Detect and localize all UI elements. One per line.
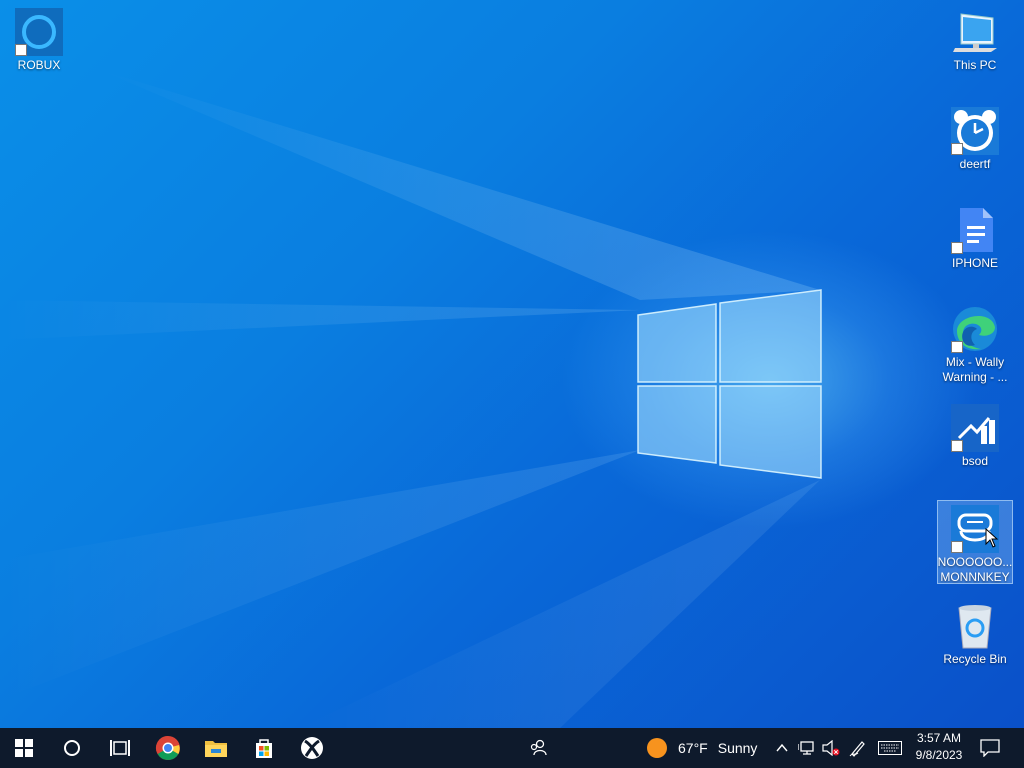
taskbar-app-chrome[interactable] — [144, 728, 192, 768]
microsoft-store-icon — [256, 739, 272, 758]
cortana-ring-icon — [15, 8, 63, 56]
shortcut-arrow-icon — [951, 341, 963, 353]
cortana-search-button[interactable] — [48, 728, 96, 768]
start-button[interactable] — [0, 728, 48, 768]
notification-icon — [980, 739, 1000, 757]
desktop-icon-recycle-bin[interactable]: Recycle Bin — [938, 598, 1012, 667]
people-icon — [530, 739, 547, 756]
taskbar-app-file-explorer[interactable] — [192, 728, 240, 768]
file-explorer-icon — [205, 741, 227, 757]
desktop-icon-label: bsod — [961, 454, 989, 468]
google-docs-icon — [951, 206, 999, 254]
task-view-icon — [110, 740, 130, 756]
people-button[interactable] — [528, 728, 548, 768]
taskbar-clock[interactable]: 3:57 AM 9/8/2023 — [908, 730, 970, 764]
desktop-icon-monkey[interactable]: NOOOOOO... MONNNKEY — [937, 500, 1013, 584]
alarm-clock-icon — [951, 107, 999, 155]
desktop-icon-mix-wally-warning[interactable]: Mix - Wally Warning - ... — [938, 301, 1012, 385]
clock-date: 9/8/2023 — [915, 748, 963, 762]
edge-browser-icon — [951, 305, 999, 353]
action-center-button[interactable] — [980, 728, 1000, 768]
volume-control[interactable] — [822, 728, 840, 768]
desktop-icon-deertf[interactable]: deertf — [938, 103, 1012, 172]
computer-icon — [951, 8, 999, 56]
desktop-icon-label: IPHONE — [951, 256, 998, 270]
weather-temperature: 67°F — [678, 740, 708, 756]
pen-icon — [849, 741, 865, 757]
chart-app-icon — [951, 404, 999, 452]
weather-condition: Sunny — [717, 740, 758, 756]
shortcut-arrow-icon — [951, 242, 963, 254]
taskbar: 67°F Sunny 3:57 AM 9/8/2023 — [0, 728, 1024, 768]
shortcut-arrow-icon — [951, 440, 963, 452]
windows-start-icon — [15, 739, 33, 757]
chevron-up-icon — [776, 743, 788, 752]
taskbar-app-microsoft-store[interactable] — [240, 728, 288, 768]
chrome-icon — [155, 736, 180, 761]
keyboard-icon — [878, 741, 902, 755]
weather-widget[interactable]: 67°F Sunny — [646, 728, 757, 768]
desktop-icon-robux[interactable]: ROBUX — [2, 4, 76, 73]
desktop-icon-label: ROBUX — [17, 58, 61, 72]
shortcut-arrow-icon — [15, 44, 27, 56]
desktop[interactable]: ROBUX This PC deertf IPHONE Mix - Wally … — [0, 0, 1024, 728]
desktop-icon-label: deertf — [959, 157, 991, 171]
desktop-icon-label: Recycle Bin — [943, 652, 1007, 666]
desktop-icon-iphone[interactable]: IPHONE — [938, 202, 1012, 271]
desktop-icon-label: NOOOOOO... MONNNKEY — [937, 555, 1013, 584]
recycle-bin-icon — [951, 602, 999, 650]
shortcut-arrow-icon — [951, 541, 963, 553]
sun-icon — [647, 738, 667, 758]
xbox-icon — [301, 737, 323, 759]
desktop-icon-label: Mix - Wally Warning - ... — [942, 355, 1008, 384]
desktop-icon-label: This PC — [953, 58, 997, 72]
shortcut-arrow-icon — [951, 143, 963, 155]
network-status[interactable] — [798, 728, 816, 768]
pen-workspace-button[interactable] — [849, 728, 867, 768]
show-hidden-icons-button[interactable] — [774, 728, 790, 768]
windows-logo-wallpaper — [637, 289, 822, 479]
touch-keyboard-button[interactable] — [878, 728, 902, 768]
network-icon — [798, 741, 814, 755]
task-view-button[interactable] — [96, 728, 144, 768]
mouse-cursor-icon — [985, 528, 999, 548]
taskbar-app-xbox[interactable] — [288, 728, 336, 768]
cortana-search-icon — [64, 740, 80, 756]
volume-muted-icon — [822, 740, 840, 756]
desktop-icon-bsod[interactable]: bsod — [938, 400, 1012, 469]
desktop-icon-this-pc[interactable]: This PC — [938, 4, 1012, 73]
clock-time: 3:57 AM — [916, 731, 962, 745]
